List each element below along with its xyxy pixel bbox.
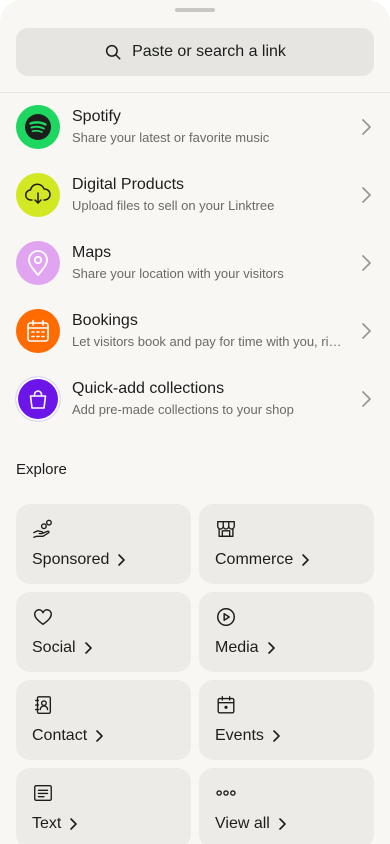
link-title: Digital Products <box>72 176 185 193</box>
link-subtitle: Share your latest or favorite music <box>72 130 270 145</box>
link-type-list: Spotify Share your latest or favorite mu… <box>0 93 390 433</box>
link-row-maps[interactable]: Maps Share your location with your visit… <box>0 229 390 297</box>
explore-heading: Explore <box>16 461 67 478</box>
link-subtitle: Share your location with your visitors <box>72 266 284 281</box>
chevron-right-icon <box>118 554 126 566</box>
shopping-bag-icon <box>16 377 60 421</box>
chevron-right-icon <box>362 119 371 135</box>
explore-tile-text[interactable]: Text <box>16 768 191 844</box>
spotify-icon <box>16 105 60 149</box>
link-row-spotify[interactable]: Spotify Share your latest or favorite mu… <box>0 93 390 161</box>
drag-handle[interactable] <box>175 8 215 12</box>
text-lines-icon <box>34 784 52 802</box>
tile-label: Text <box>32 815 62 832</box>
link-title: Bookings <box>72 312 138 329</box>
search-link-button[interactable]: Paste or search a link <box>16 28 374 76</box>
link-title: Maps <box>72 244 112 261</box>
calendar-icon <box>217 696 235 714</box>
search-label: Paste or search a link <box>132 43 286 60</box>
chevron-right-icon <box>302 554 310 566</box>
search-icon <box>105 44 121 60</box>
link-subtitle: Upload files to sell on your Linktree <box>72 198 275 213</box>
cloud-download-icon <box>16 173 60 217</box>
map-pin-icon <box>16 241 60 285</box>
chevron-right-icon <box>84 642 92 654</box>
hand-coins-icon <box>33 519 52 538</box>
link-title: Spotify <box>72 108 121 125</box>
tile-label: Sponsored <box>32 551 110 568</box>
link-row-digital-products[interactable]: Digital Products Upload files to sell on… <box>0 161 390 229</box>
calendar-grid-icon <box>16 309 60 353</box>
link-row-quick-add-collections[interactable]: Quick-add collections Add pre-made colle… <box>0 365 390 433</box>
chevron-right-icon <box>70 818 78 830</box>
play-circle-icon <box>217 608 235 626</box>
chevron-right-icon <box>279 818 286 830</box>
tile-label: Social <box>32 639 76 656</box>
explore-tile-social[interactable]: Social <box>16 592 191 672</box>
tile-label: Media <box>215 639 259 656</box>
link-subtitle: Let visitors book and pay for time with … <box>72 334 346 349</box>
explore-tile-contact[interactable]: Contact <box>16 680 191 760</box>
tile-label: Events <box>215 727 264 744</box>
link-subtitle: Add pre-made collections to your shop <box>72 402 294 417</box>
explore-tile-view-all[interactable]: View all <box>199 768 374 844</box>
chevron-right-icon <box>96 730 103 742</box>
link-title: Quick-add collections <box>72 380 225 397</box>
explore-tile-sponsored[interactable]: Sponsored <box>16 504 191 584</box>
heart-icon <box>34 609 52 626</box>
tile-label: View all <box>215 815 270 832</box>
storefront-icon <box>217 520 235 538</box>
chevron-right-icon <box>267 642 275 654</box>
tile-label: Contact <box>32 727 88 744</box>
chevron-right-icon <box>273 730 280 742</box>
tile-label: Commerce <box>215 551 294 568</box>
add-link-sheet: Paste or search a link Spotify Share you… <box>0 0 390 844</box>
chevron-right-icon <box>362 391 371 407</box>
explore-tile-commerce[interactable]: Commerce <box>199 504 374 584</box>
chevron-right-icon <box>362 323 371 339</box>
more-dots-icon <box>216 790 236 796</box>
explore-tile-events[interactable]: Events <box>199 680 374 760</box>
explore-tile-media[interactable]: Media <box>199 592 374 672</box>
contact-book-icon <box>34 696 52 714</box>
link-row-bookings[interactable]: Bookings Let visitors book and pay for t… <box>0 297 390 365</box>
chevron-right-icon <box>362 255 371 271</box>
chevron-right-icon <box>362 187 371 203</box>
